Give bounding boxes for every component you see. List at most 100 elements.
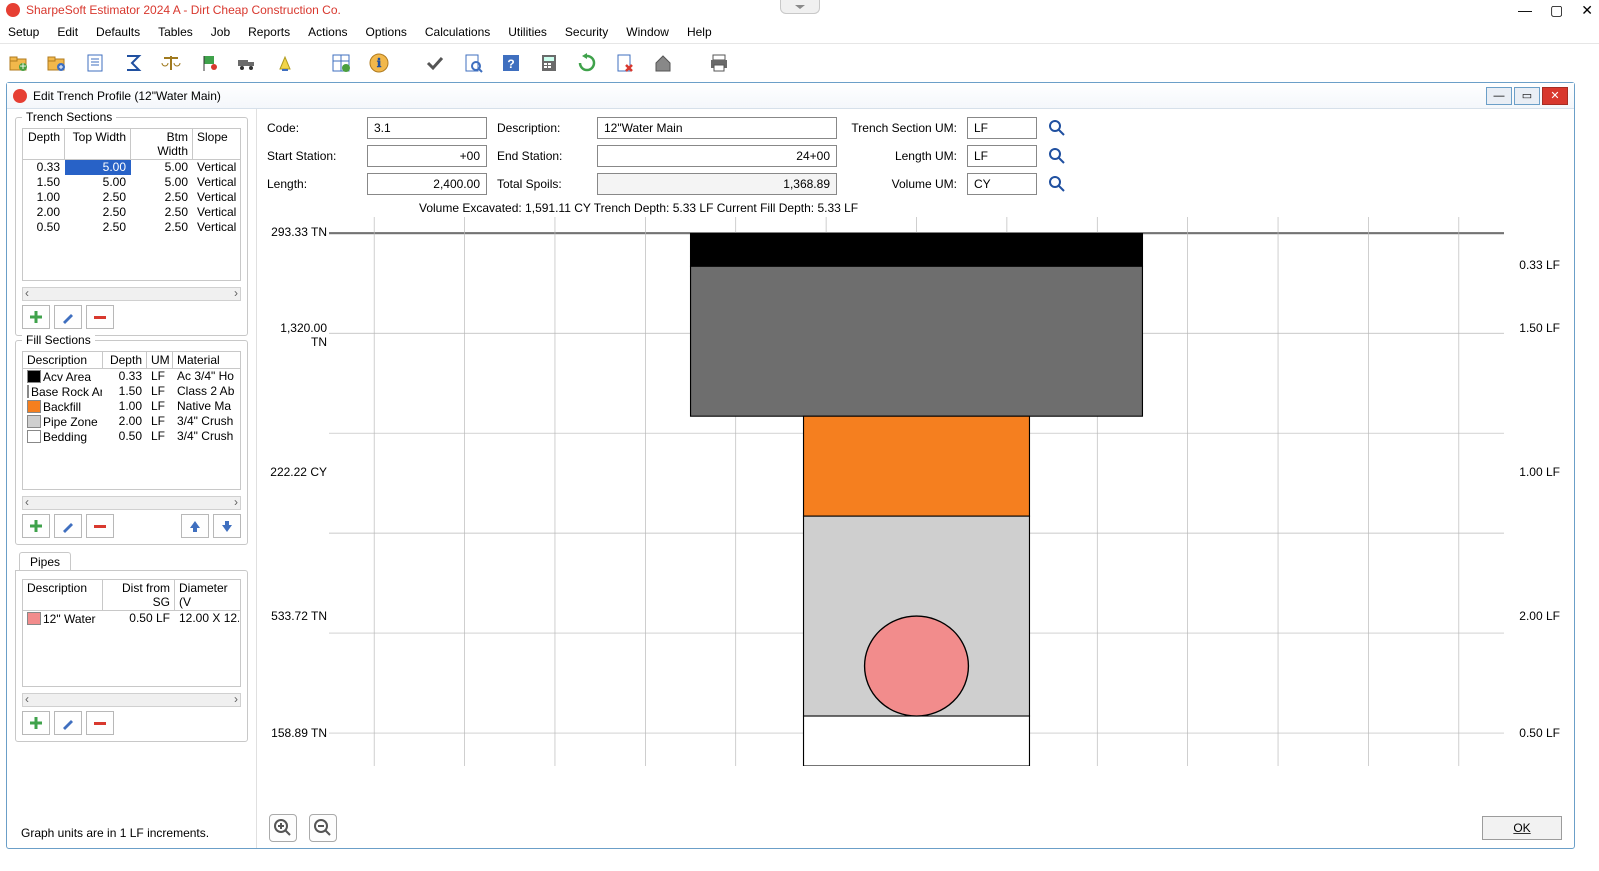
- zoom-in-button[interactable]: [269, 814, 297, 842]
- toolbar-truck-icon[interactable]: [234, 50, 260, 76]
- toolbar-refresh-icon[interactable]: [574, 50, 600, 76]
- table-row[interactable]: 12" Water0.50 LF12.00 X 12.0: [23, 611, 240, 626]
- menu-actions[interactable]: Actions: [308, 25, 347, 39]
- volum-lookup-icon[interactable]: [1047, 174, 1067, 194]
- table-row[interactable]: Backfill1.00LFNative Ma: [23, 399, 240, 414]
- ribbon-notch-icon[interactable]: [780, 0, 820, 14]
- sys-close-icon[interactable]: ✕: [1581, 2, 1593, 19]
- col-btm[interactable]: Btm Width: [131, 129, 193, 159]
- toolbar-help-icon[interactable]: ?: [498, 50, 524, 76]
- menu-setup[interactable]: Setup: [8, 25, 39, 39]
- col-pipe-desc[interactable]: Description: [23, 580, 103, 610]
- fill-edit-button[interactable]: [54, 514, 82, 538]
- toolbar-check-icon[interactable]: [422, 50, 448, 76]
- menu-window[interactable]: Window: [626, 25, 669, 39]
- table-row[interactable]: 1.002.502.50Vertical: [23, 190, 240, 205]
- pipe-add-button[interactable]: [22, 711, 50, 735]
- left-axis-label: 533.72 TN: [263, 609, 327, 623]
- lenum-input[interactable]: [967, 145, 1037, 167]
- col-fill-um[interactable]: UM: [147, 352, 173, 368]
- toolbar-print-icon[interactable]: [706, 50, 732, 76]
- col-top[interactable]: Top Width: [65, 129, 131, 159]
- col-fill-desc[interactable]: Description: [23, 352, 103, 368]
- toolbar-sigma-icon[interactable]: [120, 50, 146, 76]
- trench-sections-grid[interactable]: Depth Top Width Btm Width Slope 0.335.00…: [22, 128, 241, 281]
- toolbar-spreadsheet-icon[interactable]: [328, 50, 354, 76]
- table-row[interactable]: Base Rock Ar1.50LFClass 2 Ab: [23, 384, 240, 399]
- code-input[interactable]: [367, 117, 487, 139]
- end-label: End Station:: [497, 149, 587, 163]
- toolbar-home-icon[interactable]: [650, 50, 676, 76]
- trench-add-button[interactable]: [22, 305, 50, 329]
- col-pipe-dist[interactable]: Dist from SG: [103, 580, 175, 610]
- fill-scrollbar[interactable]: [22, 496, 241, 510]
- menu-defaults[interactable]: Defaults: [96, 25, 140, 39]
- start-input[interactable]: [367, 145, 487, 167]
- fill-add-button[interactable]: [22, 514, 50, 538]
- fill-sections-grid[interactable]: Description Depth UM Material Acv Area0.…: [22, 351, 241, 490]
- pipe-edit-button[interactable]: [54, 711, 82, 735]
- table-row[interactable]: 2.002.502.50Vertical: [23, 205, 240, 220]
- tsum-lookup-icon[interactable]: [1047, 118, 1067, 138]
- menu-help[interactable]: Help: [687, 25, 712, 39]
- volum-input[interactable]: [967, 173, 1037, 195]
- toolbar-open-folder-icon[interactable]: [44, 50, 70, 76]
- left-axis-label: 158.89 TN: [263, 726, 327, 740]
- col-slope[interactable]: Slope: [193, 129, 240, 159]
- menu-reports[interactable]: Reports: [248, 25, 290, 39]
- table-row[interactable]: 0.502.502.50Vertical: [23, 220, 240, 235]
- table-row[interactable]: 1.505.005.00Vertical: [23, 175, 240, 190]
- col-depth[interactable]: Depth: [23, 129, 65, 159]
- col-fill-mat[interactable]: Material: [173, 352, 240, 368]
- col-pipe-dia[interactable]: Diameter (V: [175, 580, 240, 610]
- col-fill-depth[interactable]: Depth: [103, 352, 147, 368]
- toolbar-notes-icon[interactable]: [82, 50, 108, 76]
- desc-input[interactable]: [597, 117, 837, 139]
- length-input[interactable]: [367, 173, 487, 195]
- zoom-out-button[interactable]: [309, 814, 337, 842]
- pipes-grid[interactable]: Description Dist from SG Diameter (V 12"…: [22, 579, 241, 687]
- fill-move-down-button[interactable]: [213, 514, 241, 538]
- tsum-label: Trench Section UM:: [847, 121, 957, 135]
- trench-scrollbar[interactable]: [22, 287, 241, 301]
- fill-delete-button[interactable]: [86, 514, 114, 538]
- menu-tables[interactable]: Tables: [158, 25, 193, 39]
- fill-move-up-button[interactable]: [181, 514, 209, 538]
- pipes-tab[interactable]: Pipes: [19, 552, 71, 571]
- sys-minimize-icon[interactable]: —: [1518, 2, 1532, 19]
- tsum-input[interactable]: [967, 117, 1037, 139]
- end-input[interactable]: [597, 145, 837, 167]
- table-row[interactable]: Acv Area0.33LFAc 3/4" Ho: [23, 369, 240, 384]
- pipes-scrollbar[interactable]: [22, 693, 241, 707]
- pipe-delete-button[interactable]: [86, 711, 114, 735]
- menu-edit[interactable]: Edit: [57, 25, 78, 39]
- trench-delete-button[interactable]: [86, 305, 114, 329]
- window-minimize-button[interactable]: —: [1486, 87, 1512, 105]
- toolbar-preview-icon[interactable]: [460, 50, 486, 76]
- trench-edit-button[interactable]: [54, 305, 82, 329]
- right-axis-label: 1.00 LF: [1519, 465, 1560, 479]
- menu-utilities[interactable]: Utilities: [508, 25, 547, 39]
- trench-sections-group: Trench Sections Depth Top Width Btm Widt…: [15, 117, 248, 336]
- right-axis-label: 2.00 LF: [1519, 609, 1560, 623]
- toolbar-calc-icon[interactable]: [536, 50, 562, 76]
- toolbar-users-icon[interactable]: ℹ: [366, 50, 392, 76]
- right-axis-label: 0.33 LF: [1519, 258, 1560, 272]
- table-row[interactable]: Bedding0.50LF3/4" Crush: [23, 429, 240, 444]
- toolbar-balance-icon[interactable]: [158, 50, 184, 76]
- menu-security[interactable]: Security: [565, 25, 608, 39]
- toolbar-delete-sheet-icon[interactable]: [612, 50, 638, 76]
- menu-calculations[interactable]: Calculations: [425, 25, 490, 39]
- lenum-lookup-icon[interactable]: [1047, 146, 1067, 166]
- toolbar-flag-icon[interactable]: [196, 50, 222, 76]
- table-row[interactable]: Pipe Zone2.00LF3/4" Crush: [23, 414, 240, 429]
- window-close-button[interactable]: ✕: [1542, 87, 1568, 105]
- toolbar-highlight-icon[interactable]: [272, 50, 298, 76]
- sys-maximize-icon[interactable]: ▢: [1550, 2, 1563, 19]
- table-row[interactable]: 0.335.005.00Vertical: [23, 160, 240, 175]
- ok-button[interactable]: OK: [1482, 816, 1562, 840]
- toolbar-new-folder-icon[interactable]: +: [6, 50, 32, 76]
- window-maximize-button[interactable]: ▭: [1514, 87, 1540, 105]
- menu-job[interactable]: Job: [211, 25, 230, 39]
- menu-options[interactable]: Options: [366, 25, 407, 39]
